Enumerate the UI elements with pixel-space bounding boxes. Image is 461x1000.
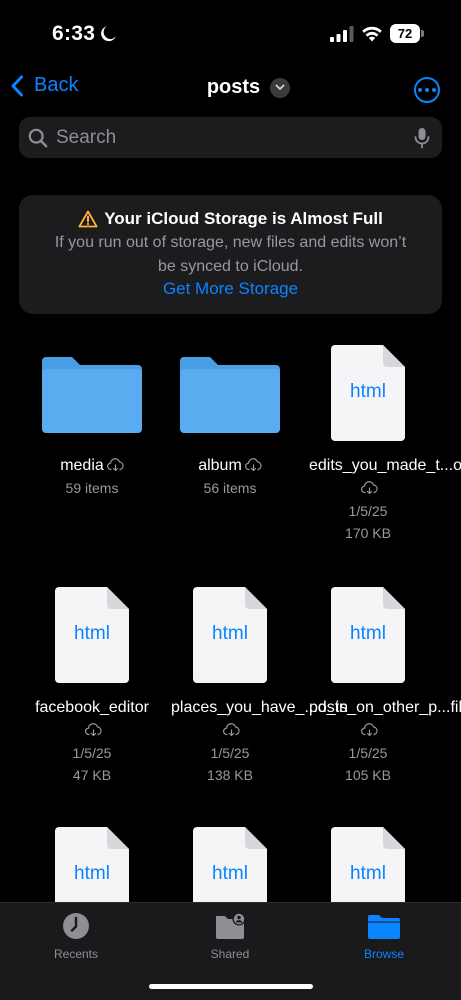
wifi-icon	[362, 26, 382, 42]
item-name: posts_on_other_p...files	[309, 699, 461, 716]
item-date: 1/5/25	[210, 745, 250, 761]
navigation-bar: Back posts	[0, 70, 461, 110]
cloud-download-icon	[223, 723, 240, 736]
home-indicator	[149, 984, 313, 989]
folder-icon	[180, 356, 280, 433]
icloud-storage-banner: Your iCloud Storage is Almost Full If yo…	[19, 195, 442, 314]
cloud-download-icon	[106, 458, 124, 471]
get-more-storage-link[interactable]: Get More Storage	[163, 279, 298, 299]
banner-message: If you run out of storage, new files and…	[54, 234, 407, 275]
cloud-download-icon	[361, 481, 378, 494]
item-name: media	[60, 457, 104, 474]
cloud-download-icon	[244, 458, 262, 471]
item-name: album	[198, 457, 242, 474]
battery-icon: 72	[390, 24, 424, 43]
banner-title: Your iCloud Storage is Almost Full	[104, 209, 383, 228]
html-file-icon: html	[331, 344, 405, 441]
tab-browse[interactable]: Browse	[334, 911, 434, 961]
item-meta: 56 items	[203, 480, 257, 496]
item-meta: 59 items	[65, 480, 119, 496]
tab-label: Recents	[53, 947, 99, 961]
html-file-icon: html	[331, 586, 405, 683]
search-icon	[28, 128, 48, 147]
item-size: 170 KB	[345, 525, 391, 541]
folder-item[interactable]: album 56 items	[155, 340, 305, 499]
more-options-button[interactable]	[414, 77, 440, 103]
folder-icon	[42, 356, 142, 433]
microphone-icon[interactable]	[414, 127, 430, 149]
battery-level: 72	[390, 24, 420, 43]
tab-shared[interactable]: Shared	[180, 911, 280, 961]
cellular-signal-icon	[330, 26, 354, 42]
moon-icon	[101, 26, 116, 42]
warning-icon	[78, 210, 98, 228]
html-file-icon: html	[55, 586, 129, 683]
tab-label: Shared	[210, 947, 250, 961]
tab-recents[interactable]: Recents	[26, 911, 126, 961]
item-date: 1/5/25	[72, 745, 112, 761]
item-size: 47 KB	[72, 767, 112, 783]
shared-folder-icon	[216, 912, 246, 939]
page-title: posts	[206, 76, 261, 98]
html-file-icon: html	[193, 586, 267, 683]
chevron-down-icon	[275, 84, 285, 90]
folder-icon	[368, 915, 400, 939]
item-date: 1/5/25	[348, 745, 388, 761]
clock-icon	[63, 913, 89, 939]
status-time: 6:33	[52, 22, 96, 45]
cloud-download-icon	[85, 723, 102, 736]
cloud-download-icon	[361, 723, 378, 736]
item-size: 105 KB	[345, 767, 391, 783]
file-item[interactable]: html facebook_editor 1/5/25 47 KB	[17, 582, 167, 786]
tab-label: Browse	[363, 947, 404, 961]
item-size: 138 KB	[207, 767, 253, 783]
item-name: facebook_editor	[35, 699, 149, 716]
file-item[interactable]: html places_you_have_...d_in 1/5/25 138 …	[155, 582, 348, 786]
search-input[interactable]	[48, 126, 414, 149]
folder-item[interactable]: media 59 items	[17, 340, 167, 499]
file-item[interactable]: html edits_you_made_t...osts 1/5/25 170 …	[293, 340, 461, 544]
search-bar[interactable]	[19, 117, 442, 158]
title-menu-button[interactable]	[270, 77, 291, 98]
item-date: 1/5/25	[348, 503, 388, 519]
status-bar: 6:33 72	[0, 0, 461, 62]
item-name: edits_you_made_t...osts	[309, 457, 461, 474]
file-item[interactable]: html posts_on_other_p...files 1/5/25 105…	[293, 582, 461, 786]
